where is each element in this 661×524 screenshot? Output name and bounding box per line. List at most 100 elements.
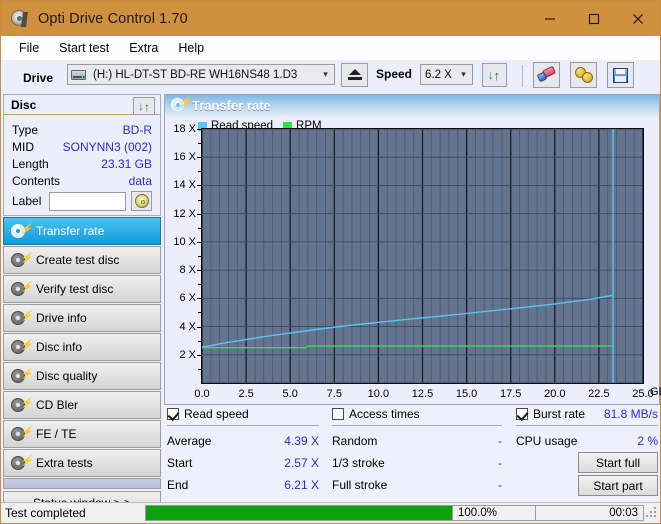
progress-bar — [145, 505, 453, 521]
disc-row-type-value: BD-R — [122, 122, 152, 137]
y-axis-tick — [197, 157, 201, 159]
menu-item-start-test[interactable]: Start test — [50, 39, 118, 57]
stat-value: - — [498, 434, 502, 448]
resize-grip-icon[interactable] — [646, 507, 658, 519]
maximize-icon[interactable] — [572, 1, 616, 36]
drive-select-value: (H:) HL-DT-ST BD-RE WH16NS48 1.D3 — [93, 68, 298, 81]
settings-button[interactable] — [570, 62, 597, 88]
stat-row-average: Average 4.39 X — [167, 430, 319, 452]
sidebar-item-fe-te[interactable]: ⚡ FE / TE — [3, 420, 161, 448]
chevron-down-icon: ▾ — [323, 69, 328, 79]
sidebar-item-verify-test-disc[interactable]: ⚡ Verify test disc — [3, 275, 161, 303]
window-title: Opti Drive Control 1.70 — [38, 10, 188, 27]
access-times-checkbox-row[interactable]: Access times — [332, 405, 502, 422]
speed-select[interactable]: 6.2 X ▾ — [420, 64, 473, 85]
progress-percent: 100.0% — [453, 505, 536, 521]
disc-row-mid: MID SONYNN3 (002) — [12, 138, 152, 155]
x-axis-tick-label: 12.5 — [411, 388, 434, 400]
y-axis-tick — [197, 270, 201, 272]
sidebar-item-label: Drive info — [36, 311, 87, 325]
x-axis-tick-label: 22.5 — [588, 388, 610, 400]
y-axis-minor-tick — [198, 256, 201, 257]
drive-label: Drive — [23, 71, 54, 85]
access-times-checkbox[interactable] — [332, 407, 344, 420]
burst-rate-label: Burst rate — [533, 406, 586, 421]
sidebar-item-label: CD Bler — [36, 398, 79, 412]
sidebar-item-drive-info[interactable]: ⚡ Drive info — [3, 304, 161, 332]
start-part-button[interactable]: Start part — [578, 475, 658, 496]
close-icon[interactable] — [616, 1, 660, 36]
y-axis-tick — [197, 326, 201, 328]
x-axis-tick-label: 20.0 — [544, 388, 566, 400]
read-speed-checkbox-row[interactable]: Read speed — [167, 405, 319, 422]
sidebar-nav: ⚡ Transfer rate ⚡ Create test disc ⚡ Ver… — [3, 217, 161, 514]
sidebar-item-cd-bler[interactable]: ⚡ CD Bler — [3, 391, 161, 419]
stat-value: 2 % — [637, 434, 658, 448]
optical-drive-icon — [71, 68, 86, 81]
eject-icon — [347, 69, 362, 81]
sidebar-item-label: Extra tests — [36, 456, 93, 470]
menu-item-file[interactable]: File — [10, 39, 48, 57]
disc-test-icon: ⚡ — [11, 455, 32, 471]
x-axis-unit-label: GB — [650, 386, 661, 398]
sidebar-item-label: Create test disc — [36, 253, 120, 267]
drive-select[interactable]: (H:) HL-DT-ST BD-RE WH16NS48 1.D3 ▾ — [67, 64, 335, 85]
divider — [332, 425, 502, 426]
burst-rate-checkbox-row[interactable]: Burst rate 81.8 MB/s — [516, 405, 658, 422]
burst-rate-checkbox[interactable] — [516, 407, 528, 420]
disc-panel-title: Disc — [11, 97, 37, 112]
sidebar-item-disc-quality[interactable]: ⚡ Disc quality — [3, 362, 161, 390]
sidebar-item-create-test-disc[interactable]: ⚡ Create test disc — [3, 246, 161, 274]
chart-title: Transfer rate — [192, 98, 271, 113]
disc-label-apply-button[interactable] — [131, 191, 152, 211]
x-axis-tick-label: 10.0 — [367, 388, 390, 400]
refresh-button[interactable]: ↓ ↑ — [482, 63, 507, 87]
start-full-button[interactable]: Start full — [578, 452, 658, 473]
sidebar-item-label: Verify test disc — [36, 282, 114, 296]
y-axis-minor-tick — [198, 227, 201, 229]
transfer-rate-panel: ⚡ Transfer rate Read speed RPM 2 X4 X6 X… — [164, 94, 661, 405]
speed-label: Speed — [376, 67, 413, 81]
disc-row-mid-key: MID — [12, 139, 34, 154]
y-axis-tick-label: 8 X — [179, 264, 196, 277]
sidebar-item-extra-tests[interactable]: ⚡ Extra tests — [3, 449, 161, 477]
minimize-icon[interactable] — [528, 1, 572, 36]
stat-row-third-stroke: 1/3 stroke - — [332, 452, 502, 474]
read-speed-column: Read speed Average 4.39 X Start 2.57 X E… — [167, 405, 319, 496]
y-axis-tick — [197, 298, 201, 300]
y-axis-minor-tick — [198, 284, 201, 286]
toolbar-divider — [522, 65, 523, 87]
read-speed-checkbox[interactable] — [167, 407, 179, 420]
disc-test-icon: ⚡ — [11, 252, 32, 268]
app-icon — [10, 9, 30, 29]
disc-test-icon: ⚡ — [11, 310, 32, 326]
disc-refresh-button[interactable]: ↓ ↑ — [133, 97, 155, 115]
stat-key: 1/3 stroke — [332, 456, 385, 470]
sidebar-item-disc-info[interactable]: ⚡ Disc info — [3, 333, 161, 361]
floppy-save-icon — [613, 67, 628, 83]
disc-test-icon: ⚡ — [11, 426, 32, 442]
erase-button[interactable] — [533, 62, 560, 88]
x-axis-tick-label: 7.5 — [326, 388, 342, 400]
disc-row-type: Type BD-R — [12, 121, 152, 138]
speed-select-value: 6.2 X — [425, 68, 452, 81]
burst-rate-column: Burst rate 81.8 MB/s CPU usage 2 % Start… — [516, 405, 658, 496]
save-button[interactable] — [607, 62, 634, 88]
y-axis-tick — [197, 241, 201, 243]
stat-row-start: Start 2.57 X — [167, 452, 319, 474]
stat-key: Full stroke — [332, 478, 388, 492]
stat-row-full-stroke: Full stroke - — [332, 474, 502, 496]
gears-icon — [574, 67, 593, 83]
stat-value: 2.57 X — [284, 456, 319, 470]
sidebar-spacer — [3, 478, 161, 489]
disc-label-input[interactable] — [49, 191, 127, 211]
disc-label-row: Label — [12, 191, 152, 211]
sidebar-item-transfer-rate[interactable]: ⚡ Transfer rate — [3, 217, 161, 245]
y-axis-tick-label: 2 X — [179, 348, 196, 361]
sidebar-item-label: Disc quality — [36, 369, 98, 383]
eject-button[interactable] — [341, 63, 368, 87]
menu-item-help[interactable]: Help — [169, 39, 213, 57]
cd-icon — [134, 194, 149, 208]
menu-item-extra[interactable]: Extra — [120, 39, 167, 57]
disc-row-contents-key: Contents — [12, 173, 61, 188]
